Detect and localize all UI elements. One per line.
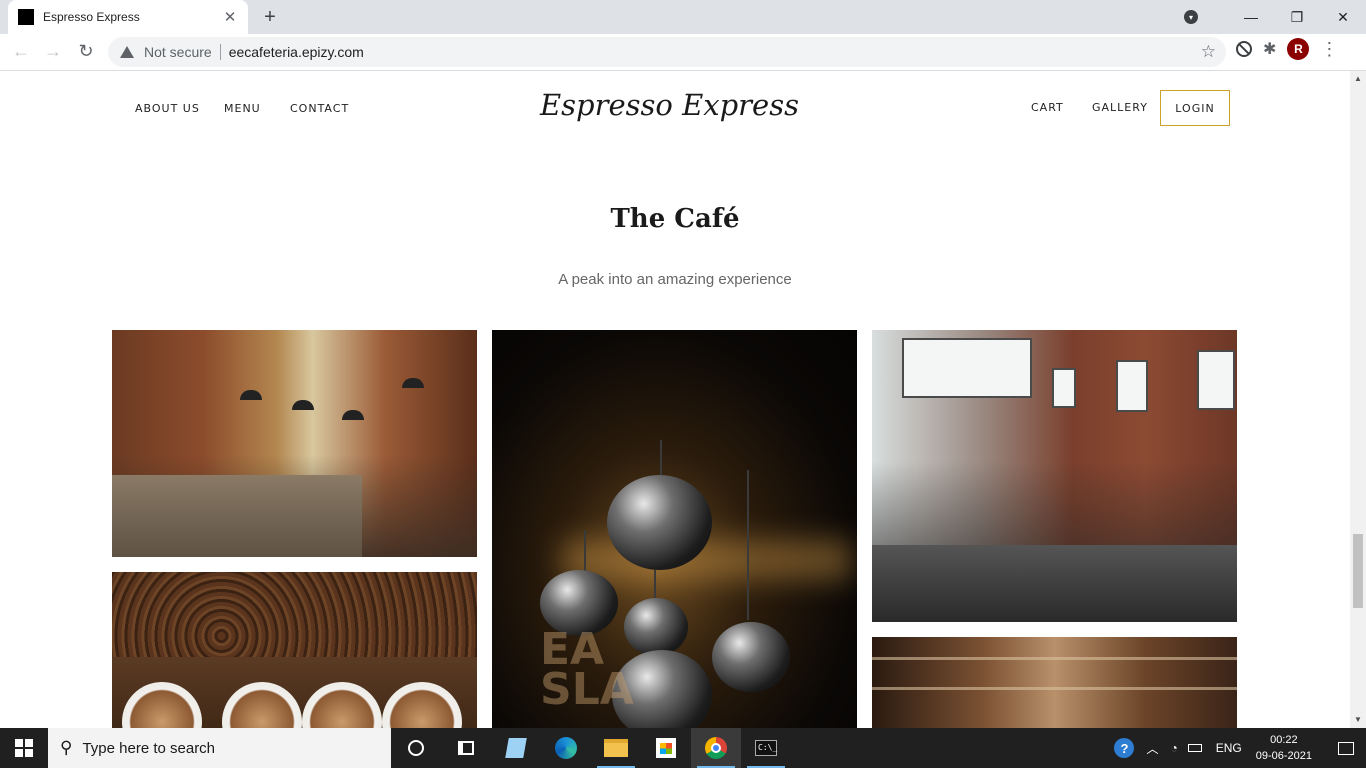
forward-arrow-icon[interactable]: → — [42, 41, 64, 62]
photo-detail — [747, 470, 749, 620]
cortana-icon[interactable] — [391, 728, 441, 768]
new-tab-button[interactable]: + — [262, 7, 278, 27]
security-status[interactable]: Not secure — [144, 44, 212, 60]
browser-toolbar: ← → ↻ Not secure eecafeteria.epizy.com ☆… — [0, 34, 1366, 71]
start-button[interactable] — [0, 728, 48, 768]
browser-tab-bar: Espresso Express ✕ + ▾ — ❐ ✕ — [0, 0, 1366, 34]
minimize-button[interactable]: — — [1228, 0, 1274, 34]
profile-avatar[interactable]: R — [1287, 38, 1310, 60]
extensions-area: ✱ R ⋮ — [1236, 38, 1338, 60]
close-window-button[interactable]: ✕ — [1320, 0, 1366, 34]
browser-menu-icon[interactable]: ⋮ — [1320, 39, 1338, 60]
section-subtitle: A peak into an amazing experience — [558, 271, 792, 288]
file-explorer-icon[interactable] — [591, 728, 641, 768]
windows-logo-icon — [15, 739, 33, 757]
warning-icon[interactable] — [120, 46, 134, 58]
photo-detail — [1052, 368, 1076, 408]
photo-detail: EA SLA — [540, 624, 634, 715]
omnibox-divider — [219, 44, 221, 60]
scroll-up-icon[interactable]: ▲ — [1350, 71, 1366, 87]
search-icon: ⚲ — [60, 738, 73, 757]
tab-title: Espresso Express — [43, 10, 140, 24]
clock[interactable]: 00:22 09-06-2021 — [1256, 732, 1312, 764]
gallery-photo-cafe-counter[interactable] — [112, 330, 477, 557]
photo-detail — [1197, 350, 1235, 410]
extensions-puzzle-icon[interactable]: ✱ — [1263, 39, 1276, 59]
photo-detail — [872, 545, 1237, 622]
scroll-down-icon[interactable]: ▼ — [1350, 712, 1366, 728]
store-icon[interactable] — [641, 728, 691, 768]
bookmark-star-icon[interactable]: ☆ — [1201, 42, 1216, 62]
photo-detail — [872, 657, 1237, 660]
photo-detail — [902, 338, 1032, 398]
photo-detail — [712, 622, 790, 692]
nav-menu[interactable]: MENU — [224, 102, 261, 115]
clock-time: 00:22 — [1270, 734, 1298, 746]
photo-detail — [112, 475, 362, 557]
help-icon[interactable]: ? — [1114, 738, 1135, 758]
back-arrow-icon[interactable]: ← — [10, 41, 32, 62]
language-indicator[interactable]: ENG — [1216, 741, 1242, 755]
notifications-icon[interactable] — [1326, 728, 1366, 768]
photo-detail — [292, 400, 314, 410]
reload-icon[interactable]: ↻ — [75, 41, 97, 62]
blocker-extension-icon[interactable] — [1236, 41, 1252, 57]
site-favicon-icon — [18, 9, 34, 25]
scroll-thumb[interactable] — [1353, 534, 1363, 608]
notepad-icon[interactable] — [491, 728, 541, 768]
photo-detail — [402, 378, 424, 388]
nav-cart[interactable]: CART — [1031, 101, 1064, 114]
photo-detail — [1116, 360, 1148, 412]
photo-detail — [872, 687, 1237, 690]
address-bar[interactable]: Not secure eecafeteria.epizy.com ☆ — [108, 37, 1226, 67]
page-scrollbar[interactable]: ▲ ▼ — [1350, 71, 1366, 728]
chrome-icon[interactable] — [691, 728, 741, 768]
photo-detail — [607, 475, 712, 570]
nav-gallery[interactable]: GALLERY — [1092, 101, 1148, 114]
tab-close-icon[interactable]: ✕ — [222, 8, 238, 26]
login-button[interactable]: LOGIN — [1160, 90, 1230, 126]
gallery-photo-dining-room[interactable] — [872, 330, 1237, 622]
terminal-icon[interactable]: C:\_ — [741, 728, 791, 768]
gallery-photo-pendant-lamps[interactable]: EA SLA — [492, 330, 857, 728]
network-icon[interactable]: ◔ — [1170, 741, 1177, 755]
taskbar-search[interactable]: ⚲ Type here to search — [48, 728, 391, 768]
tab-search-icon[interactable]: ▾ — [1184, 10, 1198, 24]
search-placeholder: Type here to search — [82, 739, 216, 757]
edge-icon[interactable] — [541, 728, 591, 768]
gallery-photo-coffee-beans[interactable] — [112, 572, 477, 728]
clock-date: 09-06-2021 — [1255, 750, 1312, 762]
page-viewport: ABOUT US MENU CONTACT Espresso Express C… — [0, 71, 1350, 728]
system-tray: ? ︿ ◔ ENG 00:22 09-06-2021 — [1114, 728, 1366, 768]
battery-icon[interactable] — [1187, 744, 1202, 752]
photo-detail — [562, 540, 852, 580]
site-logo[interactable]: Espresso Express — [540, 88, 799, 122]
photo-detail — [342, 410, 364, 420]
task-view-icon[interactable] — [441, 728, 491, 768]
window-controls: ▾ — ❐ ✕ — [1184, 0, 1366, 34]
url-text[interactable]: eecafeteria.epizy.com — [229, 44, 364, 60]
browser-tab[interactable]: Espresso Express ✕ — [8, 0, 248, 34]
gallery-photo-coffee-bar[interactable] — [872, 637, 1237, 728]
restore-button[interactable]: ❐ — [1274, 0, 1320, 34]
windows-taskbar: ⚲ Type here to search C:\_ ? ︿ ◔ ENG 00:… — [0, 728, 1366, 768]
photo-detail — [240, 390, 262, 400]
nav-about-us[interactable]: ABOUT US — [135, 102, 200, 115]
section-title: The Café — [610, 204, 740, 234]
site-header: ABOUT US MENU CONTACT Espresso Express C… — [0, 71, 1350, 146]
nav-contact[interactable]: CONTACT — [290, 102, 349, 115]
show-hidden-icons-icon[interactable]: ︿ — [1146, 740, 1158, 757]
